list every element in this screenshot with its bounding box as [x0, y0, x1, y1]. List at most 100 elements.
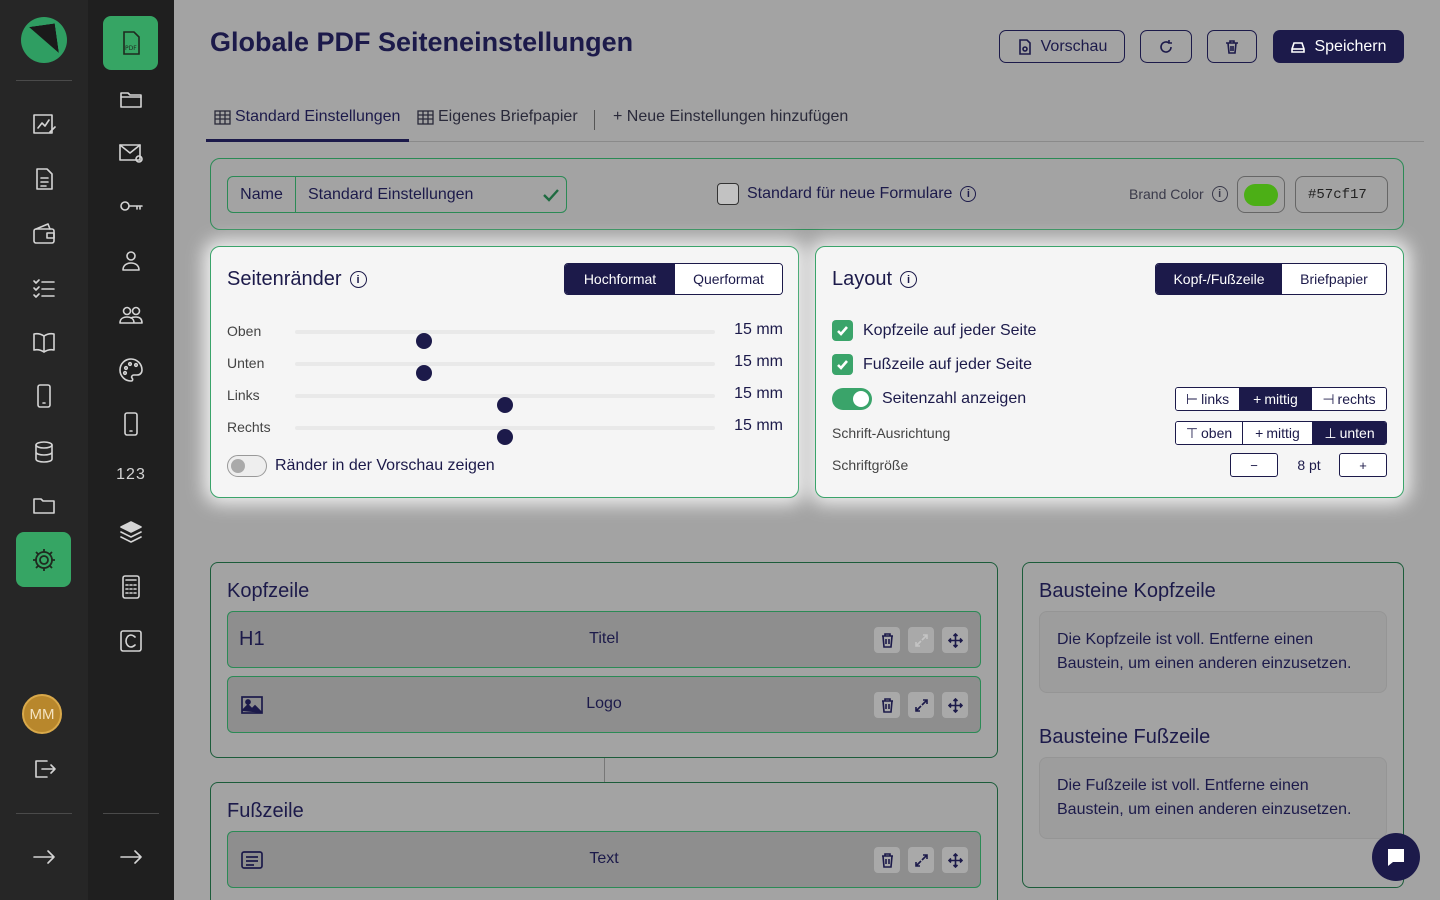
- sidebar-item-book[interactable]: [0, 322, 88, 362]
- font-size-decrement[interactable]: −: [1230, 453, 1278, 477]
- align-right-button[interactable]: ⊣ rechts: [1312, 388, 1386, 410]
- name-field[interactable]: Name Standard Einstellungen: [227, 176, 567, 213]
- margin-row-top: Oben 15 mm: [227, 321, 783, 349]
- block-move-handle[interactable]: [942, 627, 968, 653]
- sidebar-item-settings[interactable]: [16, 532, 71, 587]
- sidebar-item-mobile[interactable]: [0, 376, 88, 416]
- avatar[interactable]: MM: [22, 694, 62, 734]
- sidebar-item-keys[interactable]: [88, 186, 174, 226]
- app-logo[interactable]: [21, 17, 67, 63]
- margins-title: Seitenränder: [227, 268, 342, 290]
- info-icon[interactable]: i: [1211, 186, 1228, 202]
- margin-slider-track[interactable]: [295, 426, 715, 445]
- chat-button[interactable]: [1372, 833, 1420, 881]
- sidebar-item-editor[interactable]: [0, 104, 88, 144]
- sidebar-item-layers[interactable]: [88, 512, 174, 552]
- header-every-page-checkbox[interactable]: [832, 320, 853, 341]
- tab-custom-letterhead[interactable]: Eigenes Briefpapier: [417, 108, 578, 142]
- expand-secondary-sidebar-button[interactable]: [88, 837, 174, 877]
- users-icon: [119, 306, 143, 324]
- horizontal-align-toggle: ⊢ links + mittig ⊣ rechts: [1175, 387, 1387, 411]
- margin-slider-handle[interactable]: [415, 333, 432, 349]
- info-icon[interactable]: i: [349, 271, 367, 288]
- sidebar-item-calculator[interactable]: [88, 567, 174, 607]
- valign-bottom-button[interactable]: ⊥ unten: [1313, 422, 1386, 444]
- name-input[interactable]: Standard Einstellungen: [296, 177, 536, 212]
- default-checkbox[interactable]: [717, 183, 739, 205]
- margin-slider-track[interactable]: [295, 362, 715, 381]
- block-move-handle[interactable]: [942, 692, 968, 718]
- sidebar-item-folder-open[interactable]: [88, 79, 174, 119]
- preview-button[interactable]: Vorschau: [999, 30, 1125, 63]
- block-expand-button[interactable]: [908, 627, 934, 653]
- default-for-new-forms[interactable]: Standard für neue Formulare i: [717, 183, 977, 205]
- margin-slider-track[interactable]: [295, 394, 715, 413]
- svg-text:PDF: PDF: [125, 45, 137, 52]
- sidebar-item-users[interactable]: [88, 295, 174, 335]
- tab-standard-settings[interactable]: Standard Einstellungen: [206, 108, 409, 142]
- reset-button[interactable]: [1140, 30, 1192, 63]
- footer-every-page-checkbox[interactable]: [832, 354, 853, 375]
- delete-button[interactable]: [1207, 30, 1257, 63]
- settings-name-bar: Name Standard Einstellungen Standard für…: [210, 158, 1404, 230]
- info-icon[interactable]: i: [900, 271, 918, 288]
- preview-button-label: Vorschau: [1040, 37, 1108, 55]
- sidebar-item-pdf[interactable]: PDF: [103, 16, 158, 70]
- valign-top-button[interactable]: ⊤ oben: [1176, 422, 1243, 444]
- block-expand-button[interactable]: [908, 692, 934, 718]
- footer-block-text[interactable]: Text: [227, 831, 981, 888]
- tab-label: Standard Einstellungen: [235, 108, 401, 125]
- tab-divider: [594, 110, 595, 130]
- align-center-button[interactable]: + mittig: [1240, 388, 1312, 410]
- orientation-portrait-button[interactable]: Hochformat: [565, 264, 675, 294]
- logout-button[interactable]: [0, 749, 88, 789]
- margin-slider-handle[interactable]: [415, 365, 432, 381]
- layout-mode-letterhead[interactable]: Briefpapier: [1282, 264, 1386, 294]
- align-left-button[interactable]: ⊢ links: [1176, 388, 1240, 410]
- header-every-page-row: Kopfzeile auf jeder Seite: [832, 320, 1036, 341]
- expand-sidebar-button[interactable]: [0, 837, 88, 877]
- brand-color-picker[interactable]: [1237, 176, 1285, 213]
- footer-every-page-row: Fußzeile auf jeder Seite: [832, 354, 1032, 375]
- page-number-toggle[interactable]: [832, 388, 872, 410]
- valign-middle-button[interactable]: + mittig: [1243, 422, 1313, 444]
- mail-at-icon: [119, 144, 143, 163]
- margin-slider-track[interactable]: [295, 330, 715, 349]
- sidebar-item-mail[interactable]: [88, 133, 174, 173]
- sidebar-item-documents[interactable]: [0, 159, 88, 199]
- footer-section-title: Fußzeile: [227, 800, 304, 822]
- brand-color-hex-input[interactable]: #57cf17: [1295, 176, 1388, 213]
- block-delete-button[interactable]: [874, 847, 900, 873]
- sidebar-item-wallet[interactable]: [0, 214, 88, 254]
- sidebar-item-mobile-2[interactable]: [88, 404, 174, 444]
- info-icon[interactable]: i: [960, 186, 977, 202]
- edit-chart-icon: [33, 114, 56, 134]
- block-delete-button[interactable]: [874, 627, 900, 653]
- header-block-logo[interactable]: Logo: [227, 676, 981, 733]
- sidebar-item-numbers[interactable]: 123: [88, 466, 174, 484]
- margin-row-left: Links 15 mm: [227, 385, 783, 413]
- block-move-handle[interactable]: [942, 847, 968, 873]
- margin-slider-handle[interactable]: [497, 397, 513, 413]
- sidebar-item-checklist[interactable]: [0, 268, 88, 308]
- primary-sidebar: MM: [0, 0, 88, 900]
- sidebar-item-folder[interactable]: [0, 485, 88, 525]
- building-blocks-panel: Bausteine Kopfzeile Die Kopfzeile ist vo…: [1022, 562, 1404, 888]
- sidebar-item-palette[interactable]: [88, 350, 174, 390]
- block-delete-button[interactable]: [874, 692, 900, 718]
- orientation-landscape-button[interactable]: Querformat: [675, 264, 782, 294]
- tab-add-settings[interactable]: + Neue Einstellungen hinzufügen: [613, 108, 848, 142]
- layers-icon: [120, 521, 142, 543]
- margin-slider-handle[interactable]: [497, 429, 513, 445]
- font-size-increment[interactable]: +: [1339, 453, 1387, 477]
- sidebar-item-database[interactable]: [0, 432, 88, 472]
- sidebar-item-user[interactable]: [88, 241, 174, 281]
- key-icon: [120, 201, 143, 211]
- show-margins-toggle[interactable]: [227, 455, 267, 477]
- sidebar-item-copyright[interactable]: [88, 621, 174, 661]
- save-button[interactable]: Speichern: [1273, 30, 1404, 63]
- block-expand-button[interactable]: [908, 847, 934, 873]
- header-block-title[interactable]: H1 Titel: [227, 611, 981, 668]
- layout-mode-header-footer[interactable]: Kopf-/Fußzeile: [1156, 264, 1282, 294]
- font-align-label: Schrift-Ausrichtung: [832, 425, 951, 441]
